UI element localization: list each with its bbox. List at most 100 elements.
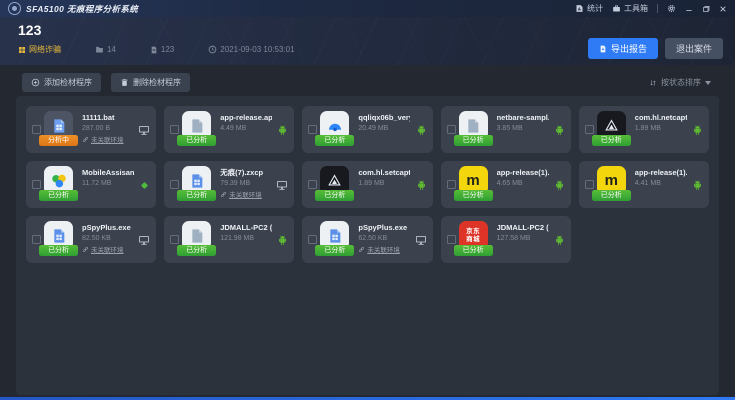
- file-size: 82.50 KB: [82, 235, 134, 243]
- card-checkbox[interactable]: [170, 235, 179, 244]
- timestamp-text: 2021-09-03 10:53:01: [220, 45, 294, 54]
- card-info: MobileAssisan... 11.72 MB: [82, 168, 134, 188]
- file-name: netbare-sampl...: [497, 113, 549, 122]
- stats-button[interactable]: 统计: [575, 3, 603, 14]
- file-size: 121.98 MB: [220, 235, 272, 243]
- delete-program-button[interactable]: 删除检材程序: [111, 73, 190, 92]
- card-checkbox[interactable]: [585, 180, 594, 189]
- status-badge: 已分析: [454, 245, 493, 256]
- card-info: pSpyPlus.exe 82.50 KB 未关联环境: [82, 223, 134, 256]
- link-icon: [220, 191, 227, 201]
- env-link[interactable]: 未关联环境: [82, 136, 134, 146]
- chevron-down-icon: [705, 81, 711, 85]
- exit-case-label: 退出案件: [676, 44, 712, 54]
- evidence-card[interactable]: 已分析qqliqx06b_very...20.49 MB: [302, 106, 432, 153]
- evidence-panel: 分析中11111.bat287.00 B未关联环境已分析app-release.…: [16, 96, 719, 395]
- export-report-button[interactable]: 导出报告: [588, 38, 658, 59]
- card-info: app-release(1)...4.41 MB: [635, 168, 687, 188]
- stats-label: 统计: [587, 3, 603, 14]
- windows-platform-icon: [415, 233, 427, 251]
- toolbox-label: 工具箱: [624, 3, 648, 14]
- stats-icon: [575, 4, 584, 13]
- card-checkbox[interactable]: [170, 125, 179, 134]
- card-checkbox[interactable]: [308, 125, 317, 134]
- android-platform-icon: [692, 123, 703, 141]
- file-name: pSpyPlus.exe: [82, 223, 134, 232]
- android-platform-icon: [554, 123, 565, 141]
- file-size: 79.39 MB: [220, 180, 272, 188]
- env-link[interactable]: 未关联环境: [220, 191, 272, 201]
- case-header: 123 网络诈骗 14 123 2021-09-03 10:53:01 导: [0, 17, 735, 65]
- card-checkbox[interactable]: [585, 125, 594, 134]
- evidence-card[interactable]: m已分析app-release(1)...4.65 MB: [441, 161, 571, 208]
- link-icon: [82, 246, 89, 256]
- status-badge: 已分析: [177, 245, 216, 256]
- card-checkbox[interactable]: [32, 125, 41, 134]
- android-platform-icon: [692, 178, 703, 196]
- file-size: 11.72 MB: [82, 180, 134, 188]
- status-badge: 已分析: [315, 190, 354, 201]
- evidence-card[interactable]: 已分析netbare-sampl...3.85 MB: [441, 106, 571, 153]
- file-name: com.hl.setcapt...: [358, 168, 410, 177]
- evidence-card[interactable]: 京东商城已分析JDMALL-PC2 (1...127.58 MB: [441, 216, 571, 263]
- card-info: app-release.apk4.49 MB: [220, 113, 272, 133]
- card-checkbox[interactable]: [32, 180, 41, 189]
- status-badge: 已分析: [39, 245, 78, 256]
- env-link[interactable]: 未关联环境: [358, 246, 410, 256]
- evidence-card[interactable]: 已分析 MobileAssisan... 11.72 MB: [26, 161, 156, 208]
- diamond-platform-icon: [139, 178, 150, 196]
- env-link[interactable]: 未关联环境: [82, 246, 134, 256]
- evidence-card[interactable]: 分析中11111.bat287.00 B未关联环境: [26, 106, 156, 153]
- link-icon: [358, 246, 365, 256]
- card-info: 无痕(7).zxcp79.39 MB未关联环境: [220, 168, 272, 201]
- case-title: 123: [18, 22, 721, 39]
- evidence-card[interactable]: 已分析 com.hl.netcapt...1.89 MB: [579, 106, 709, 153]
- file-name: MobileAssisan...: [82, 168, 134, 177]
- status-badge: 已分析: [592, 135, 631, 146]
- case-type-icon: [18, 46, 26, 54]
- settings-gear-icon[interactable]: [667, 4, 676, 13]
- case-type-label: 网络诈骗: [18, 44, 61, 55]
- file-name: 11111.bat: [82, 113, 134, 122]
- card-checkbox[interactable]: [308, 180, 317, 189]
- exit-case-button[interactable]: 退出案件: [665, 38, 723, 59]
- evidence-card[interactable]: 已分析pSpyPlus.exe62.50 KB未关联环境: [302, 216, 432, 263]
- card-checkbox[interactable]: [308, 235, 317, 244]
- card-info: 11111.bat287.00 B未关联环境: [82, 113, 134, 146]
- minimize-button[interactable]: [685, 5, 693, 13]
- card-info: com.hl.netcapt...1.89 MB: [635, 113, 687, 133]
- windows-platform-icon: [276, 178, 288, 196]
- evidence-card[interactable]: m已分析app-release(1)...4.41 MB: [579, 161, 709, 208]
- windows-platform-icon: [138, 233, 150, 251]
- evidence-card[interactable]: 已分析com.hl.setcapt...1.89 MB: [302, 161, 432, 208]
- case-type-text: 网络诈骗: [29, 44, 61, 55]
- card-checkbox[interactable]: [170, 180, 179, 189]
- link-icon: [82, 136, 89, 146]
- card-checkbox[interactable]: [447, 235, 456, 244]
- toolbox-icon: [612, 4, 621, 13]
- file-name: JDMALL-PC2 (1...: [220, 223, 272, 232]
- status-badge: 已分析: [454, 190, 493, 201]
- close-button[interactable]: [719, 5, 727, 13]
- windows-platform-icon: [138, 123, 150, 141]
- evidence-card[interactable]: 已分析app-release.apk4.49 MB: [164, 106, 294, 153]
- maximize-button[interactable]: [702, 5, 710, 13]
- evidence-card[interactable]: 已分析 pSpyPlus.exe 82.50 KB 未关联环境: [26, 216, 156, 263]
- titlebar: SFA5100 无痕程序分析系统 统计 工具箱: [0, 0, 735, 17]
- toolbox-button[interactable]: 工具箱: [612, 3, 648, 14]
- file-size: 4.41 MB: [635, 180, 687, 188]
- file-size: 127.58 MB: [497, 235, 549, 243]
- file-size: 4.49 MB: [220, 125, 272, 133]
- status-badge: 已分析: [39, 190, 78, 201]
- android-platform-icon: [554, 233, 565, 251]
- card-checkbox[interactable]: [447, 125, 456, 134]
- app-window: SFA5100 无痕程序分析系统 统计 工具箱: [0, 0, 735, 400]
- evidence-card[interactable]: 已分析 JDMALL-PC2 (1... 121.98 MB: [164, 216, 294, 263]
- file-name: qqliqx06b_very...: [358, 113, 410, 122]
- add-program-button[interactable]: 添加检材程序: [22, 73, 101, 92]
- evidence-card[interactable]: 已分析无痕(7).zxcp79.39 MB未关联环境: [164, 161, 294, 208]
- card-checkbox[interactable]: [447, 180, 456, 189]
- add-icon: [31, 78, 40, 87]
- sort-dropdown[interactable]: 按状态排序: [649, 77, 711, 88]
- card-checkbox[interactable]: [32, 235, 41, 244]
